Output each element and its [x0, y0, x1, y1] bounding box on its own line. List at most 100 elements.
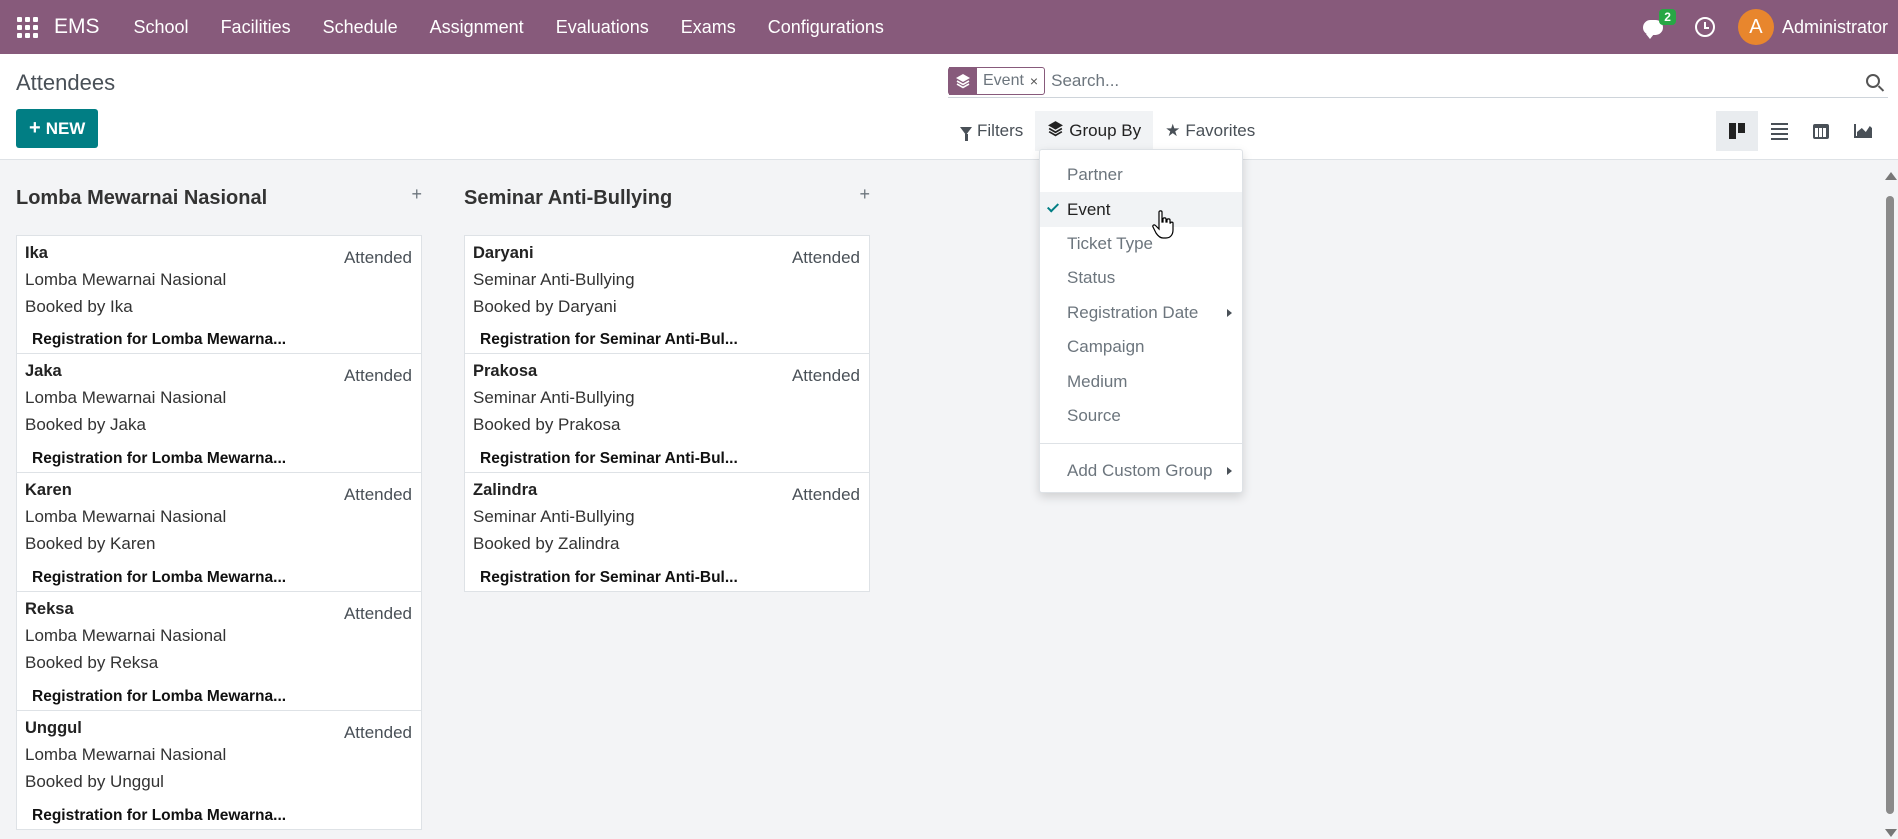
- filters-label: Filters: [977, 121, 1024, 140]
- user-name[interactable]: Administrator: [1782, 17, 1888, 38]
- groupby-event[interactable]: Event: [1040, 192, 1242, 227]
- event-name: Seminar Anti-Bullying: [473, 270, 635, 289]
- booked-by: Booked by Ika: [25, 297, 133, 316]
- groupby-button[interactable]: Group By: [1035, 111, 1154, 151]
- registration-label: Registration for Seminar Anti-Bul...: [480, 569, 738, 586]
- hand-cursor-icon: [1152, 210, 1174, 239]
- kanban-card[interactable]: Ika Attended Lomba Mewarnai Nasional Boo…: [16, 235, 422, 354]
- vertical-scrollbar[interactable]: [1882, 172, 1898, 839]
- search-facet-event[interactable]: Event ×: [948, 66, 1046, 95]
- event-name: Lomba Mewarnai Nasional: [25, 507, 227, 526]
- top-navbar: EMS School Facilities Schedule Assignmen…: [0, 0, 1898, 54]
- kanban-board: Lomba Mewarnai Nasional + Ika Attended L…: [0, 161, 1880, 839]
- new-button[interactable]: + NEW: [16, 109, 99, 148]
- status-label: Attended: [343, 366, 412, 385]
- scroll-thumb[interactable]: [1886, 196, 1894, 814]
- app-brand[interactable]: EMS: [54, 15, 100, 39]
- kanban-icon: [1729, 123, 1745, 139]
- card-list: Daryani Attended Seminar Anti-Bullying B…: [464, 235, 870, 592]
- groupby-ticket-type[interactable]: Ticket Type: [1040, 227, 1242, 261]
- dropdown-divider: [1040, 443, 1242, 445]
- activities-button[interactable]: [1678, 0, 1732, 54]
- calendar-icon: [1813, 123, 1829, 139]
- filters-button[interactable]: Filters: [948, 111, 1035, 151]
- search-input[interactable]: [1051, 66, 1858, 95]
- groupby-dropdown: Partner Event Ticket Type Status Registr…: [1039, 149, 1243, 493]
- graph-view-button[interactable]: [1842, 111, 1884, 151]
- kanban-column: Seminar Anti-Bullying + Daryani Attended…: [464, 161, 870, 592]
- column-title[interactable]: Seminar Anti-Bullying: [464, 187, 672, 210]
- calendar-view-button[interactable]: [1800, 111, 1842, 151]
- groupby-source[interactable]: Source: [1040, 399, 1242, 433]
- column-header: Seminar Anti-Bullying +: [464, 161, 870, 235]
- status-label: Attended: [791, 248, 860, 267]
- event-name: Lomba Mewarnai Nasional: [25, 745, 227, 764]
- menu-school[interactable]: School: [118, 0, 205, 54]
- kanban-view-button[interactable]: [1716, 111, 1758, 151]
- groupby-medium[interactable]: Medium: [1040, 364, 1242, 398]
- search-icon: [1866, 73, 1880, 88]
- column-add-icon[interactable]: +: [859, 184, 870, 205]
- area-chart-icon: [1854, 124, 1872, 138]
- status-label: Attended: [791, 485, 860, 504]
- messages-button[interactable]: 2: [1628, 0, 1678, 54]
- booked-by: Booked by Daryani: [473, 297, 617, 316]
- apps-menu-icon[interactable]: [0, 0, 54, 54]
- column-add-icon[interactable]: +: [411, 184, 422, 205]
- kanban-card[interactable]: Daryani Attended Seminar Anti-Bullying B…: [464, 235, 870, 354]
- facet-close-icon[interactable]: ×: [1030, 73, 1044, 89]
- scroll-down-icon[interactable]: [1885, 829, 1897, 837]
- kanban-card[interactable]: Jaka Attended Lomba Mewarnai Nasional Bo…: [16, 354, 422, 473]
- groupby-status[interactable]: Status: [1040, 261, 1242, 295]
- booked-by: Booked by Prakosa: [473, 415, 621, 434]
- menu-assignment[interactable]: Assignment: [414, 0, 540, 54]
- filter-icon: [960, 127, 972, 141]
- kanban-card[interactable]: Reksa Attended Lomba Mewarnai Nasional B…: [16, 592, 422, 711]
- groupby-campaign[interactable]: Campaign: [1040, 330, 1242, 364]
- search-button[interactable]: [1858, 66, 1888, 96]
- column-header: Lomba Mewarnai Nasional +: [16, 161, 422, 235]
- status-label: Attended: [343, 604, 412, 623]
- registration-label: Registration for Lomba Mewarna...: [32, 569, 287, 586]
- card-list: Ika Attended Lomba Mewarnai Nasional Boo…: [16, 235, 422, 830]
- favorites-button[interactable]: ★ Favorites: [1153, 111, 1267, 151]
- groupby-label: Group By: [1069, 121, 1142, 140]
- groupby-event-label: Event: [1067, 199, 1111, 219]
- user-avatar[interactable]: A: [1737, 9, 1774, 45]
- page-title: Attendees: [16, 70, 116, 95]
- column-title[interactable]: Lomba Mewarnai Nasional: [16, 187, 267, 210]
- groupby-registration-date[interactable]: Registration Date: [1040, 296, 1242, 330]
- event-name: Lomba Mewarnai Nasional: [25, 388, 227, 407]
- event-name: Seminar Anti-Bullying: [473, 507, 635, 526]
- kanban-card[interactable]: Karen Attended Lomba Mewarnai Nasional B…: [16, 473, 422, 592]
- new-button-label: NEW: [45, 118, 86, 138]
- menu-evaluations[interactable]: Evaluations: [540, 0, 665, 54]
- kanban-card[interactable]: Unggul Attended Lomba Mewarnai Nasional …: [16, 711, 422, 830]
- search-bar: Event ×: [948, 64, 1888, 98]
- booked-by: Booked by Jaka: [25, 415, 146, 434]
- groupby-registration-date-label: Registration Date: [1067, 302, 1199, 322]
- registration-label: Registration for Lomba Mewarna...: [32, 807, 287, 824]
- layers-icon: [949, 66, 977, 95]
- kanban-card[interactable]: Prakosa Attended Seminar Anti-Bullying B…: [464, 354, 870, 473]
- scroll-up-icon[interactable]: [1885, 172, 1897, 180]
- menu-configurations[interactable]: Configurations: [752, 0, 900, 54]
- kanban-card[interactable]: Zalindra Attended Seminar Anti-Bullying …: [464, 473, 870, 592]
- menu-exams[interactable]: Exams: [665, 0, 752, 54]
- status-label: Attended: [343, 248, 412, 267]
- status-label: Attended: [791, 366, 860, 385]
- caret-right-icon: [1227, 467, 1232, 476]
- menu-facilities[interactable]: Facilities: [205, 0, 307, 54]
- messages-badge: 2: [1659, 9, 1676, 25]
- registration-label: Registration for Seminar Anti-Bul...: [480, 331, 738, 348]
- booked-by: Booked by Zalindra: [473, 534, 620, 553]
- menu-schedule[interactable]: Schedule: [307, 0, 414, 54]
- check-icon: [1046, 200, 1060, 213]
- caret-right-icon: [1227, 308, 1232, 317]
- event-name: Seminar Anti-Bullying: [473, 388, 635, 407]
- registration-label: Registration for Seminar Anti-Bul...: [480, 450, 738, 467]
- event-name: Lomba Mewarnai Nasional: [25, 626, 227, 645]
- add-custom-group[interactable]: Add Custom Group: [1040, 454, 1242, 488]
- groupby-partner[interactable]: Partner: [1040, 158, 1242, 192]
- list-view-button[interactable]: [1758, 111, 1800, 151]
